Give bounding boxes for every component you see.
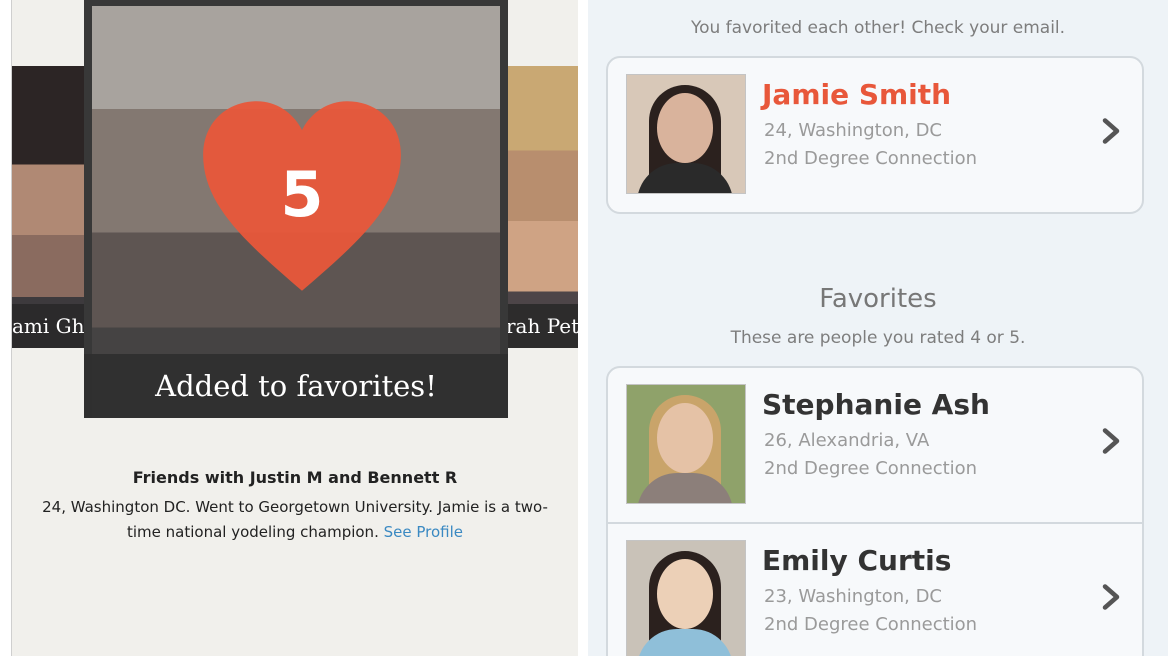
avatar	[626, 74, 746, 194]
avatar	[626, 384, 746, 504]
profile-carousel-panel: ami Gho rah Pet 5 Added to favorites! Fr…	[12, 0, 578, 656]
match-row[interactable]: Jamie Smith 24, Washington, DC 2nd Degre…	[608, 58, 1142, 212]
person-name: Jamie Smith	[762, 78, 952, 111]
avatar-face	[657, 93, 713, 163]
chevron-right-icon[interactable]	[1096, 116, 1126, 146]
person-name: Emily Curtis	[762, 544, 952, 577]
person-details: 24, Washington, DC	[764, 120, 942, 141]
avatar-face	[657, 559, 713, 629]
favorite-row[interactable]: Stephanie Ash 26, Alexandria, VA 2nd Deg…	[608, 368, 1142, 522]
chevron-right-icon[interactable]	[1096, 426, 1126, 456]
person-connection: 2nd Degree Connection	[764, 458, 978, 479]
person-connection: 2nd Degree Connection	[764, 614, 978, 635]
next-profile-name: rah Pet	[506, 304, 578, 348]
bio-text: 24, Washington DC. Went to Georgetown Un…	[42, 498, 548, 541]
prev-profile-card[interactable]: ami Gho	[12, 66, 86, 348]
person-details: 23, Washington, DC	[764, 586, 942, 607]
current-profile-card[interactable]: 5 Added to favorites!	[84, 0, 508, 418]
favorites-subtitle: These are people you rated 4 or 5.	[730, 328, 1026, 348]
person-name: Stephanie Ash	[762, 388, 990, 421]
person-connection: 2nd Degree Connection	[764, 148, 978, 169]
heart-icon: 5	[199, 96, 405, 296]
avatar	[626, 540, 746, 656]
favorite-row[interactable]: Emily Curtis 23, Washington, DC 2nd Degr…	[608, 522, 1142, 656]
added-to-favorites-caption: Added to favorites!	[84, 354, 508, 418]
prev-profile-name: ami Gho	[12, 304, 86, 348]
favorites-title: Favorites	[819, 284, 937, 314]
matches-list: Jamie Smith 24, Washington, DC 2nd Degre…	[606, 56, 1144, 214]
mutual-friends-line: Friends with Justin M and Bennett R	[132, 468, 458, 487]
profile-bio: 24, Washington DC. Went to Georgetown Un…	[32, 495, 558, 545]
matches-subtitle: You favorited each other! Check your ema…	[690, 18, 1066, 38]
next-profile-card[interactable]: rah Pet	[506, 66, 578, 348]
rating-number: 5	[280, 158, 324, 231]
see-profile-link[interactable]: See Profile	[384, 523, 463, 541]
avatar-face	[657, 403, 713, 473]
matches-favorites-panel: You favorited each other! Check your ema…	[588, 0, 1168, 656]
favorites-list: Stephanie Ash 26, Alexandria, VA 2nd Deg…	[606, 366, 1144, 656]
chevron-right-icon[interactable]	[1096, 582, 1126, 612]
person-details: 26, Alexandria, VA	[764, 430, 930, 451]
